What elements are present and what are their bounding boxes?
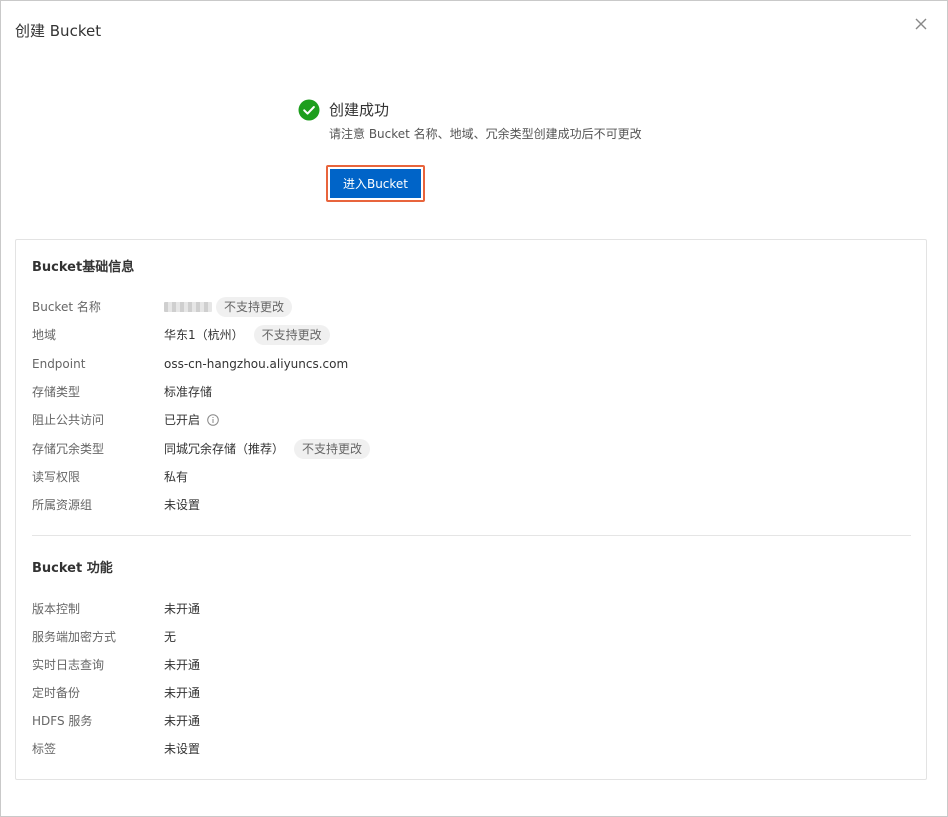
row-label: 标签 bbox=[32, 742, 57, 756]
section-divider bbox=[32, 535, 911, 536]
row-value: 无 bbox=[164, 630, 177, 644]
feature-row-realtime-log: 实时日志查询 未开通 bbox=[32, 654, 200, 676]
immutable-tag: 不支持更改 bbox=[294, 439, 371, 459]
close-icon[interactable] bbox=[911, 14, 931, 34]
row-label: 阻止公共访问 bbox=[32, 413, 105, 427]
info-row-redundancy: 存储冗余类型 同城冗余存储（推荐） 不支持更改 bbox=[32, 438, 371, 460]
enter-bucket-highlight: 进入Bucket bbox=[326, 165, 425, 202]
row-value: 华东1（杭州） 不支持更改 bbox=[164, 325, 330, 345]
row-label: 定时备份 bbox=[32, 686, 81, 700]
info-row-storage-class: 存储类型 标准存储 bbox=[32, 381, 212, 403]
success-header: 创建成功 bbox=[298, 98, 389, 122]
info-row-resource-group: 所属资源组 未设置 bbox=[32, 494, 200, 516]
acl-value: 私有 bbox=[164, 470, 189, 484]
masked-bucket-name bbox=[164, 302, 212, 312]
row-value: 未设置 bbox=[164, 742, 201, 756]
row-value: 未开通 bbox=[164, 602, 201, 616]
check-circle-icon bbox=[298, 99, 320, 121]
row-value: 不支持更改 bbox=[164, 297, 293, 317]
row-label: Bucket 名称 bbox=[32, 300, 101, 314]
row-label: 服务端加密方式 bbox=[32, 630, 117, 644]
feature-row-hdfs: HDFS 服务 未开通 bbox=[32, 710, 200, 732]
bucket-info-card: Bucket基础信息 Bucket 名称 不支持更改 地域 华东1（杭州） 不支… bbox=[15, 239, 927, 780]
feature-row-encryption: 服务端加密方式 无 bbox=[32, 626, 176, 648]
feature-row-versioning: 版本控制 未开通 bbox=[32, 598, 200, 620]
row-label: 存储冗余类型 bbox=[32, 442, 105, 456]
info-row-region: 地域 华东1（杭州） 不支持更改 bbox=[32, 324, 330, 346]
immutable-tag: 不支持更改 bbox=[253, 325, 330, 345]
info-row-bucket-name: Bucket 名称 不支持更改 bbox=[32, 296, 293, 318]
success-title: 创建成功 bbox=[329, 101, 390, 119]
row-value: 未开通 bbox=[164, 658, 201, 672]
immutable-tag: 不支持更改 bbox=[216, 297, 293, 317]
feature-row-scheduled-backup: 定时备份 未开通 bbox=[32, 682, 200, 704]
row-value: 同城冗余存储（推荐） 不支持更改 bbox=[164, 439, 371, 459]
redundancy-value: 同城冗余存储（推荐） bbox=[164, 442, 285, 456]
row-label: 实时日志查询 bbox=[32, 658, 105, 672]
info-row-block-public-access: 阻止公共访问 已开启 bbox=[32, 409, 219, 431]
storage-class-value: 标准存储 bbox=[164, 385, 213, 399]
region-value: 华东1（杭州） bbox=[164, 328, 244, 342]
feature-row-tags: 标签 未设置 bbox=[32, 738, 200, 760]
row-value: 未开通 bbox=[164, 686, 201, 700]
row-label: 地域 bbox=[32, 328, 57, 342]
features-title: Bucket 功能 bbox=[32, 561, 113, 576]
basic-info-title: Bucket基础信息 bbox=[32, 260, 135, 275]
success-description: 请注意 Bucket 名称、地域、冗余类型创建成功后不可更改 bbox=[329, 127, 642, 141]
info-row-endpoint: Endpoint oss-cn-hangzhou.aliyuncs.com bbox=[32, 353, 348, 375]
enter-bucket-button[interactable]: 进入Bucket bbox=[330, 169, 421, 198]
dialog-title: 创建 Bucket bbox=[15, 22, 102, 40]
row-value: 未开通 bbox=[164, 714, 201, 728]
endpoint-value: oss-cn-hangzhou.aliyuncs.com bbox=[164, 357, 349, 371]
row-label: HDFS 服务 bbox=[32, 714, 93, 728]
row-label: 所属资源组 bbox=[32, 498, 93, 512]
row-label: 版本控制 bbox=[32, 602, 81, 616]
create-bucket-dialog: 创建 Bucket 创建成功 请注意 Bucket 名称、地域、冗余类型创建成功… bbox=[0, 0, 948, 817]
row-label: 读写权限 bbox=[32, 470, 81, 484]
row-label: 存储类型 bbox=[32, 385, 81, 399]
info-icon[interactable] bbox=[207, 414, 219, 426]
block-public-access-value: 已开启 bbox=[164, 413, 201, 427]
info-row-acl: 读写权限 私有 bbox=[32, 466, 188, 488]
row-label: Endpoint bbox=[32, 357, 86, 371]
row-value: 已开启 bbox=[164, 411, 219, 429]
resource-group-value: 未设置 bbox=[164, 498, 201, 512]
